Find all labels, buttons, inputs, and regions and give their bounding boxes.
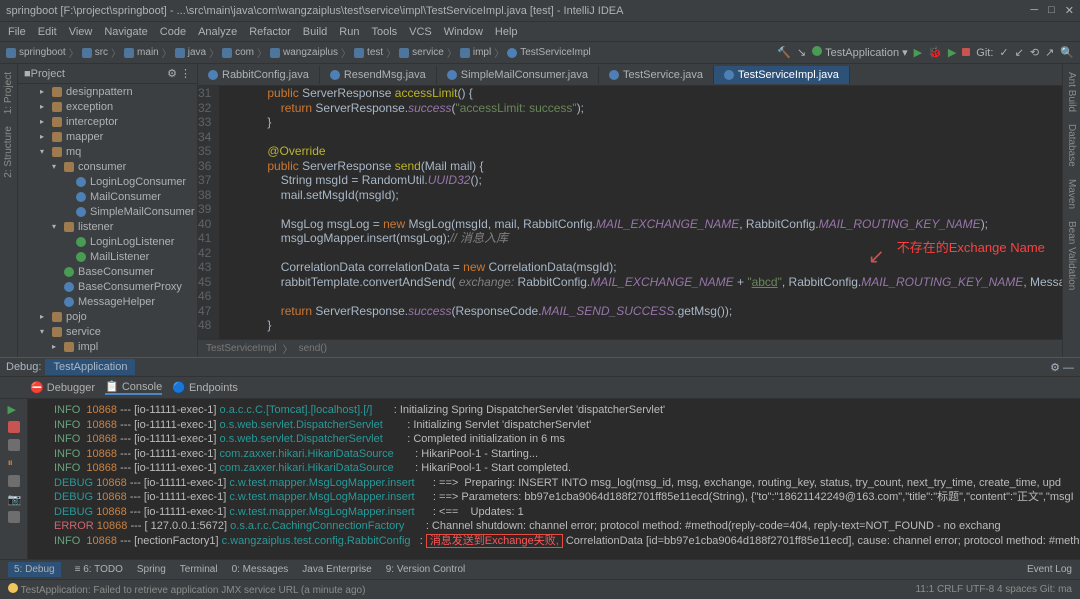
- menu-tools[interactable]: Tools: [371, 26, 397, 38]
- menu-help[interactable]: Help: [495, 26, 518, 38]
- bottom-tab-5[interactable]: Java Enterprise: [302, 564, 371, 575]
- menu-vcs[interactable]: VCS: [409, 26, 432, 38]
- tree-LoginLogListener[interactable]: LoginLogListener: [18, 234, 197, 249]
- right-tab[interactable]: Database: [1066, 124, 1077, 167]
- max-icon[interactable]: □: [1048, 4, 1055, 17]
- tree-MessageHelper[interactable]: MessageHelper: [18, 294, 197, 309]
- crumb-springboot[interactable]: springboot: [6, 47, 66, 58]
- tab-TestServiceImpl.java[interactable]: TestServiceImpl.java: [714, 66, 850, 84]
- menu-file[interactable]: File: [8, 26, 26, 38]
- git-commit-icon[interactable]: ↙: [1015, 46, 1024, 59]
- tree-pojo[interactable]: ▸pojo: [18, 309, 197, 324]
- menu-view[interactable]: View: [69, 26, 93, 38]
- crumb-wangzaiplus[interactable]: wangzaiplus: [270, 47, 338, 58]
- mute-icon[interactable]: [8, 475, 20, 487]
- event-log-button[interactable]: Event Log: [1027, 564, 1072, 575]
- menu-edit[interactable]: Edit: [38, 26, 57, 38]
- debug-icon[interactable]: 🐞: [928, 46, 942, 59]
- git-update-icon[interactable]: ✓: [999, 46, 1008, 59]
- crumb-main[interactable]: main: [124, 47, 159, 58]
- debug-subtab-Debugger[interactable]: ⛔ Debugger: [30, 381, 95, 394]
- tree-LoginLogConsumer[interactable]: LoginLogConsumer: [18, 174, 197, 189]
- close-icon[interactable]: ✕: [1065, 4, 1074, 17]
- tree-listener[interactable]: ▾listener: [18, 219, 197, 234]
- settings-icon[interactable]: [8, 511, 20, 523]
- crumb-java[interactable]: java: [175, 47, 206, 58]
- debug-label: Debug:: [6, 361, 41, 373]
- run-icon[interactable]: ▶: [914, 46, 922, 59]
- crumb-TestServiceImpl[interactable]: TestServiceImpl: [507, 47, 591, 58]
- bottom-tab-0[interactable]: 5: Debug: [8, 562, 61, 577]
- stop-debug-icon[interactable]: [8, 421, 20, 433]
- menu-bar: File Edit View Navigate Code Analyze Refactor B…: [0, 22, 1080, 42]
- tree-service[interactable]: ▾service: [18, 324, 197, 339]
- tree-interceptor[interactable]: ▸interceptor: [18, 114, 197, 129]
- window-title: springboot [F:\project\springboot] - ...…: [6, 5, 623, 17]
- warning-icon[interactable]: [8, 583, 18, 593]
- tree-MailConsumer[interactable]: MailConsumer: [18, 189, 197, 204]
- resume-icon[interactable]: [8, 439, 20, 451]
- bottom-tab-3[interactable]: Terminal: [180, 564, 218, 575]
- tree-designpattern[interactable]: ▸designpattern: [18, 84, 197, 99]
- menu-analyze[interactable]: Analyze: [198, 26, 237, 38]
- search-icon[interactable]: 🔍: [1060, 46, 1074, 59]
- bottom-tab-1[interactable]: ≡ 6: TODO: [75, 564, 123, 575]
- left-tab[interactable]: 2: Structure: [3, 126, 14, 178]
- git-label: Git:: [976, 47, 993, 59]
- bottom-tab-6[interactable]: 9: Version Control: [386, 564, 466, 575]
- left-tab[interactable]: 1: Project: [3, 72, 14, 114]
- tab-TestService.java[interactable]: TestService.java: [599, 66, 714, 84]
- right-tab[interactable]: Bean Validation: [1066, 221, 1077, 290]
- annotation-overlay: ↙ 不存在的Exchange Name: [868, 244, 1045, 269]
- breadcrumb: springboot〉src〉main〉java〉com〉wangzaiplus…: [6, 45, 591, 60]
- tree-MailListener[interactable]: MailListener: [18, 249, 197, 264]
- breadcrumb-class[interactable]: TestServiceImpl: [206, 343, 277, 354]
- git-history-icon[interactable]: ⟲: [1030, 46, 1039, 59]
- right-tab[interactable]: Ant Build: [1066, 72, 1077, 112]
- tree-impl[interactable]: ▸impl: [18, 339, 197, 354]
- tree-mapper[interactable]: ▸mapper: [18, 129, 197, 144]
- pause-icon[interactable]: ⏸: [8, 457, 20, 469]
- build-icon[interactable]: 🔨: [777, 46, 791, 59]
- tab-SimpleMailConsumer.java[interactable]: SimpleMailConsumer.java: [437, 66, 599, 84]
- debug-subtab-Console[interactable]: 📋 Console: [105, 380, 162, 395]
- menu-navigate[interactable]: Navigate: [104, 26, 147, 38]
- tab-RabbitConfig.java[interactable]: RabbitConfig.java: [198, 66, 320, 84]
- menu-run[interactable]: Run: [339, 26, 359, 38]
- breadcrumb-method[interactable]: send(): [299, 343, 327, 354]
- project-tool-header[interactable]: Project: [31, 68, 65, 80]
- menu-code[interactable]: Code: [160, 26, 186, 38]
- menu-build[interactable]: Build: [303, 26, 327, 38]
- crumb-impl[interactable]: impl: [460, 47, 491, 58]
- crumb-test[interactable]: test: [354, 47, 383, 58]
- debug-tab[interactable]: TestApplication: [45, 359, 135, 375]
- min-icon[interactable]: ─: [1030, 4, 1038, 17]
- tree-BaseConsumer[interactable]: BaseConsumer: [18, 264, 197, 279]
- crumb-com[interactable]: com: [222, 47, 254, 58]
- camera-icon[interactable]: 📷: [8, 493, 20, 505]
- tree-consumer[interactable]: ▾consumer: [18, 159, 197, 174]
- right-tab[interactable]: Maven: [1066, 179, 1077, 209]
- tree-LoginLogService[interactable]: LoginLogService: [18, 354, 197, 357]
- tree-mq[interactable]: ▾mq: [18, 144, 197, 159]
- stop-icon[interactable]: [962, 47, 970, 59]
- bottom-tab-4[interactable]: 0: Messages: [232, 564, 289, 575]
- debug-subtab-Endpoints[interactable]: 🔵 Endpoints: [172, 381, 238, 394]
- rerun-icon[interactable]: ▶: [8, 403, 20, 415]
- run-config-select[interactable]: TestApplication ▾: [812, 46, 907, 59]
- menu-window[interactable]: Window: [444, 26, 483, 38]
- tree-exception[interactable]: ▸exception: [18, 99, 197, 114]
- tree-SimpleMailConsumer[interactable]: SimpleMailConsumer: [18, 204, 197, 219]
- crumb-src[interactable]: src: [82, 47, 108, 58]
- coverage-icon[interactable]: ▶: [948, 46, 956, 59]
- error-highlight: 消息发送到Exchange失败,: [426, 534, 563, 548]
- tree-BaseConsumerProxy[interactable]: BaseConsumerProxy: [18, 279, 197, 294]
- status-message: TestApplication: Failed to retrieve appl…: [21, 585, 366, 596]
- crumb-service[interactable]: service: [399, 47, 444, 58]
- menu-refactor[interactable]: Refactor: [249, 26, 291, 38]
- tab-ResendMsg.java[interactable]: ResendMsg.java: [320, 66, 437, 84]
- bottom-tab-2[interactable]: Spring: [137, 564, 166, 575]
